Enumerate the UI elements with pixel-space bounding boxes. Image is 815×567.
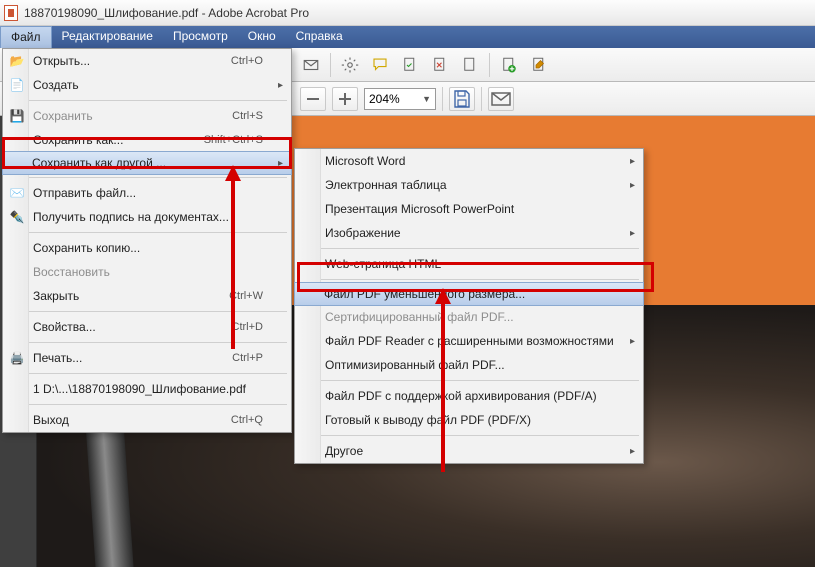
submenu-reader-extended[interactable]: Файл PDF Reader с расширенными возможнос… <box>295 329 643 353</box>
submenu-html[interactable]: Web-страница HTML <box>295 252 643 276</box>
envelope-icon: ✉️ <box>9 185 25 201</box>
page-edit-icon[interactable] <box>528 54 550 76</box>
titlebar: 18870198090_Шлифование.pdf - Adobe Acrob… <box>0 0 815 26</box>
menuitem-get-signature[interactable]: ✒️ Получить подпись на документах... <box>3 205 291 229</box>
page-check-icon[interactable] <box>399 54 421 76</box>
page-new-icon: 📄 <box>9 77 25 93</box>
menubar: Файл Редактирование Просмотр Окно Справк… <box>0 26 815 48</box>
menu-edit[interactable]: Редактирование <box>52 26 163 48</box>
envelope-icon[interactable] <box>300 54 322 76</box>
page-plus-icon[interactable] <box>498 54 520 76</box>
menuitem-recent-1[interactable]: 1 D:\...\18870198090_Шлифование.pdf <box>3 377 291 401</box>
page-x-icon[interactable] <box>429 54 451 76</box>
page-plain-icon[interactable] <box>459 54 481 76</box>
submenu-word[interactable]: Microsoft Word <box>295 149 643 173</box>
signature-icon: ✒️ <box>9 209 25 225</box>
menuitem-restore: Восстановить <box>3 260 291 284</box>
menu-view[interactable]: Просмотр <box>163 26 238 48</box>
folder-open-icon: 📂 <box>9 53 25 69</box>
menuitem-open[interactable]: 📂 Открыть... Ctrl+O <box>3 49 291 73</box>
menu-help[interactable]: Справка <box>286 26 353 48</box>
menuitem-save: 💾 Сохранить Ctrl+S <box>3 104 291 128</box>
menuitem-send-file[interactable]: ✉️ Отправить файл... <box>3 181 291 205</box>
window-title: 18870198090_Шлифование.pdf - Adobe Acrob… <box>24 6 309 20</box>
submenu-powerpoint[interactable]: Презентация Microsoft PowerPoint <box>295 197 643 221</box>
zoom-out-button[interactable] <box>300 87 326 111</box>
submenu-image[interactable]: Изображение <box>295 221 643 245</box>
save-as-other-submenu: Microsoft Word Электронная таблица Презе… <box>294 148 644 464</box>
menuitem-properties[interactable]: Свойства... Ctrl+D <box>3 315 291 339</box>
chevron-down-icon: ▼ <box>422 94 431 104</box>
submenu-archive-pdf[interactable]: Файл PDF с поддержкой архивирования (PDF… <box>295 384 643 408</box>
zoom-in-button[interactable] <box>332 87 358 111</box>
submenu-press-pdf[interactable]: Готовый к выводу файл PDF (PDF/X) <box>295 408 643 432</box>
save-icon: 💾 <box>9 108 25 124</box>
menuitem-print[interactable]: 🖨️ Печать... Ctrl+P <box>3 346 291 370</box>
menuitem-create[interactable]: 📄 Создать <box>3 73 291 97</box>
submenu-certified-pdf: Сертифицированный файл PDF... <box>295 305 643 329</box>
menuitem-save-copy[interactable]: Сохранить копию... <box>3 236 291 260</box>
menuitem-exit[interactable]: Выход Ctrl+Q <box>3 408 291 432</box>
submenu-optimized-pdf[interactable]: Оптимизированный файл PDF... <box>295 353 643 377</box>
menu-file[interactable]: Файл <box>0 26 52 48</box>
submenu-spreadsheet[interactable]: Электронная таблица <box>295 173 643 197</box>
submenu-other[interactable]: Другое <box>295 439 643 463</box>
pdf-icon <box>4 5 18 21</box>
envelope-icon-2[interactable] <box>488 87 514 111</box>
file-dropdown: 📂 Открыть... Ctrl+O 📄 Создать 💾 Сохранит… <box>2 48 292 433</box>
gear-icon[interactable] <box>339 54 361 76</box>
menuitem-save-as-other[interactable]: Сохранить как другой ... <box>2 151 292 175</box>
menuitem-save-as[interactable]: Сохранить как... Shift+Ctrl+S <box>3 128 291 152</box>
menu-window[interactable]: Окно <box>238 26 286 48</box>
zoom-value: 204% <box>369 92 400 106</box>
zoom-combo[interactable]: 204% ▼ <box>364 88 436 110</box>
menuitem-close[interactable]: Закрыть Ctrl+W <box>3 284 291 308</box>
speech-bubble-icon[interactable] <box>369 54 391 76</box>
submenu-reduced-size-pdf[interactable]: Файл PDF уменьшенного размера... <box>294 282 644 306</box>
printer-icon: 🖨️ <box>9 350 25 366</box>
save-icon[interactable] <box>449 87 475 111</box>
